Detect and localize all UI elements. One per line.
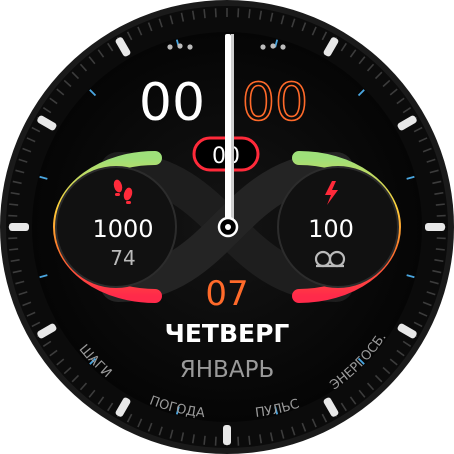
right-complication-value: 100: [308, 215, 354, 243]
left-complication-value: 1000: [92, 215, 153, 243]
bezel-tick: [435, 203, 445, 206]
bezel-tick: [248, 9, 251, 19]
bezel-tick: [9, 203, 19, 206]
month-label: ЯНВАРЬ: [180, 357, 274, 383]
watch-face: 00 00 00 1000 74 100 07 ЧЕТВЕРГ ЯНВАРЬ Ш…: [0, 0, 454, 454]
minutes-digits: 00: [242, 73, 308, 133]
bezel-tick: [203, 9, 206, 19]
day-of-month: 07: [205, 274, 248, 314]
bezel-tick: [435, 248, 445, 251]
left-complication-sub: 74: [110, 246, 135, 270]
bezel-tick: [248, 435, 251, 445]
bezel-tick: [9, 248, 19, 251]
hours-digits: 00: [139, 73, 205, 133]
minute-hand-shade: [231, 34, 234, 224]
hand-pivot-center: [225, 224, 231, 230]
weekday-label: ЧЕТВЕРГ: [165, 319, 290, 348]
hour-marker: [223, 425, 231, 445]
bezel-tick: [203, 435, 206, 445]
hour-marker: [425, 223, 445, 231]
hour-marker: [9, 223, 29, 231]
